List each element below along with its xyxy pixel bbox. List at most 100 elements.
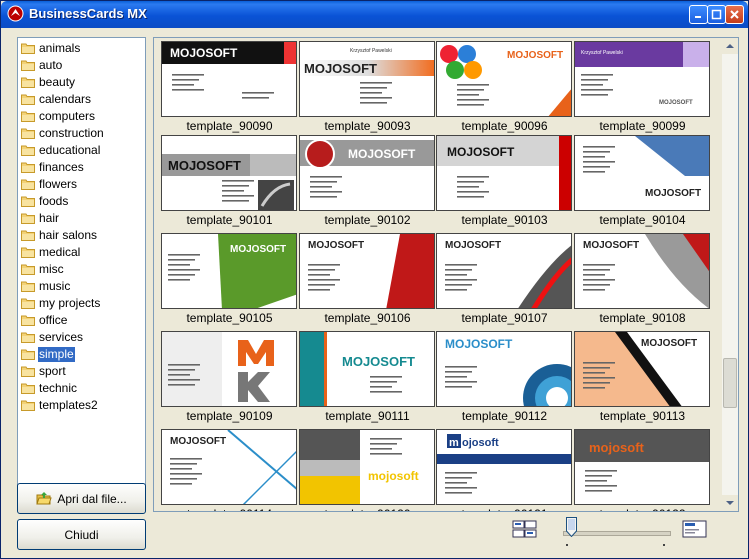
scroll-up-button[interactable]	[722, 38, 738, 54]
template-thumbnail[interactable]: MOJOSOFT	[436, 135, 572, 211]
category-item-office[interactable]: office	[20, 312, 142, 328]
category-item-animals[interactable]: animals	[20, 40, 142, 56]
category-item-medical[interactable]: medical	[20, 244, 142, 260]
title-bar[interactable]: BusinessCards MX	[1, 1, 748, 28]
category-item-services[interactable]: services	[20, 329, 142, 345]
category-item-beauty[interactable]: beauty	[20, 74, 142, 90]
template-card[interactable]: mojosoft template_90122	[574, 429, 711, 511]
template-name: template_90112	[461, 409, 548, 423]
category-item-flowers[interactable]: flowers	[20, 176, 142, 192]
template-thumbnail[interactable]: MOJOSOFT	[574, 135, 710, 211]
category-label: music	[39, 278, 71, 293]
maximize-button[interactable]	[707, 5, 726, 24]
template-card[interactable]: MOJOSOFT template_90104	[574, 135, 711, 227]
template-thumbnail[interactable]: MOJOSOFT	[161, 135, 297, 211]
template-card[interactable]: MOJOSOFT template_90105	[161, 233, 298, 325]
template-card[interactable]: MOJOSOFT template_90114	[161, 429, 298, 511]
template-thumbnail[interactable]: mojosoft	[436, 429, 572, 505]
template-thumbnail[interactable]	[161, 331, 297, 407]
template-gallery[interactable]: MOJOSOFT template_90090 MOJOSOFT Krzysztof …	[153, 37, 739, 512]
minimize-button[interactable]	[689, 5, 708, 24]
template-name: template_90113	[599, 409, 686, 423]
category-item-foods[interactable]: foods	[20, 193, 142, 209]
template-card[interactable]: MOJOSOFT template_90102	[299, 135, 436, 227]
template-card[interactable]: MOJOSOFT template_90103	[436, 135, 573, 227]
template-thumbnail[interactable]: MOJOSOFT	[299, 331, 435, 407]
category-item-auto[interactable]: auto	[20, 57, 142, 73]
category-label: sport	[39, 363, 66, 378]
template-thumbnail[interactable]: MOJOSOFT	[436, 331, 572, 407]
template-name: template_90114	[161, 507, 298, 511]
svg-text:MOJOSOFT: MOJOSOFT	[507, 50, 563, 61]
window-title: BusinessCards MX	[29, 6, 147, 21]
template-thumbnail[interactable]: MOJOSOFT	[161, 41, 297, 117]
svg-text:MOJOSOFT: MOJOSOFT	[641, 338, 697, 349]
category-item-construction[interactable]: construction	[20, 125, 142, 141]
category-item-my-projects[interactable]: my projects	[20, 295, 142, 311]
close-button[interactable]: Chiudi	[17, 519, 146, 550]
template-card[interactable]: MOJOSOFT template_90090	[161, 41, 298, 133]
template-thumbnail[interactable]: mojosoft	[299, 429, 435, 505]
template-card[interactable]: MOJOSOFT template_90101	[161, 135, 298, 227]
template-card[interactable]: template_90109	[161, 331, 298, 423]
template-thumbnail[interactable]: MOJOSOFT	[574, 331, 710, 407]
template-thumbnail[interactable]: Krzysztof Pawelski MOJOSOFT	[574, 41, 710, 117]
template-thumbnail[interactable]: MOJOSOFT Krzysztof Pawelski	[299, 41, 435, 117]
card-preview: MOJOSOFT	[437, 136, 571, 210]
template-card[interactable]: MOJOSOFT template_90107	[436, 233, 573, 325]
zoom-in-thumbnails-icon[interactable]	[682, 520, 708, 540]
category-item-simple[interactable]: simple	[20, 346, 142, 362]
open-from-file-button[interactable]: Apri dal file...	[17, 483, 146, 514]
gallery-scrollbar[interactable]	[722, 38, 738, 511]
template-card[interactable]: MOJOSOFT template_90108	[574, 233, 711, 325]
template-card[interactable]: mojosoft template_90121	[436, 429, 573, 511]
folder-icon	[21, 162, 35, 173]
category-label: educational	[39, 142, 101, 157]
category-item-calendars[interactable]: calendars	[20, 91, 142, 107]
category-item-music[interactable]: music	[20, 278, 142, 294]
category-item-computers[interactable]: computers	[20, 108, 142, 124]
category-item-finances[interactable]: finances	[20, 159, 142, 175]
category-item-technic[interactable]: technic	[20, 380, 142, 396]
svg-text:MOJOSOFT: MOJOSOFT	[445, 240, 501, 251]
scroll-thumb[interactable]	[723, 358, 737, 408]
category-item-sport[interactable]: sport	[20, 363, 142, 379]
category-item-misc[interactable]: misc	[20, 261, 142, 277]
zoom-slider-track[interactable]	[563, 531, 671, 536]
arrow-down-icon	[726, 501, 734, 505]
zoom-out-thumbnails-icon[interactable]	[512, 520, 538, 540]
template-thumbnail[interactable]: MOJOSOFT	[436, 233, 572, 309]
scroll-down-button[interactable]	[722, 495, 738, 511]
folder-icon	[21, 349, 35, 360]
template-thumbnail[interactable]: MOJOSOFT	[299, 233, 435, 309]
template-name: template_90090	[186, 119, 273, 133]
card-preview: MOJOSOFT	[300, 332, 415, 406]
template-card[interactable]: MOJOSOFT Krzysztof Pawelski template_90093	[299, 41, 436, 133]
template-card[interactable]: mojosoft template_90120	[299, 429, 436, 511]
template-card[interactable]: MOJOSOFT template_90096	[436, 41, 573, 133]
folder-icon	[21, 94, 35, 105]
template-thumbnail[interactable]: MOJOSOFT	[299, 135, 435, 211]
template-card[interactable]: MOJOSOFT template_90106	[299, 233, 436, 325]
category-list[interactable]: animals auto beauty calendars computers const…	[17, 37, 146, 502]
category-item-hair[interactable]: hair	[20, 210, 142, 226]
close-window-button[interactable]	[725, 5, 744, 24]
template-card[interactable]: MOJOSOFT template_90111	[299, 331, 436, 423]
template-thumbnail[interactable]: MOJOSOFT	[161, 429, 297, 505]
template-thumbnail[interactable]: MOJOSOFT	[161, 233, 297, 309]
template-card[interactable]: MOJOSOFT template_90113	[574, 331, 711, 423]
category-item-hair-salons[interactable]: hair salons	[20, 227, 142, 243]
template-thumbnail[interactable]: MOJOSOFT	[574, 233, 710, 309]
folder-icon	[21, 400, 35, 411]
category-item-educational[interactable]: educational	[20, 142, 142, 158]
card-preview: MOJOSOFT	[583, 136, 709, 199]
template-thumbnail[interactable]: mojosoft	[574, 429, 710, 505]
category-item-templates2[interactable]: templates2	[20, 397, 142, 413]
template-card[interactable]: Krzysztof Pawelski MOJOSOFT template_90099	[574, 41, 711, 133]
zoom-slider-handle[interactable]	[566, 517, 577, 537]
template-thumbnail[interactable]: MOJOSOFT	[436, 41, 572, 117]
category-label: medical	[39, 244, 81, 259]
card-preview: MOJOSOFT	[445, 337, 571, 406]
category-label: calendars	[39, 91, 92, 106]
template-card[interactable]: MOJOSOFT template_90112	[436, 331, 573, 423]
